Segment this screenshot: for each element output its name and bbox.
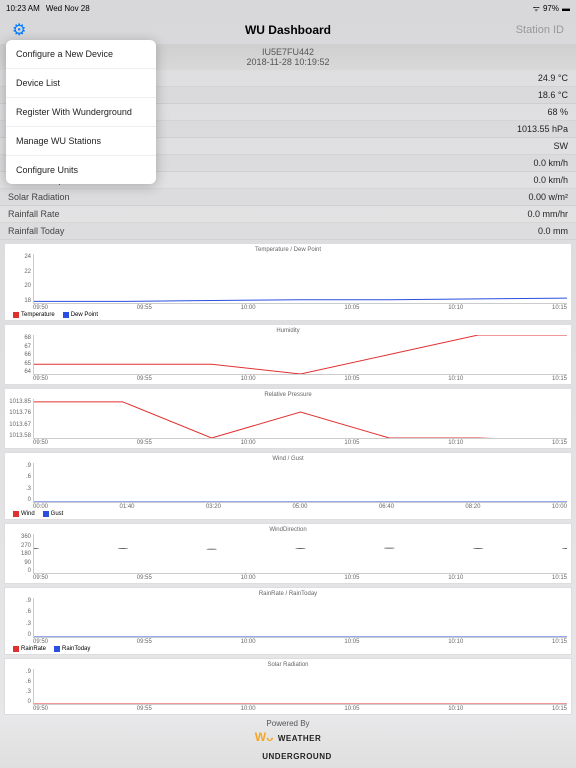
y-axis: 6867666564 [9, 335, 33, 375]
wifi-icon: ᯤ [533, 3, 540, 14]
data-label: Solar Radiation [8, 192, 70, 202]
chart-legend: RainRate RainToday [9, 645, 567, 652]
menu-item[interactable]: Device List [6, 69, 156, 98]
data-row: Rainfall Rate 0.0 mm/hr [0, 206, 576, 223]
y-axis: 360270180900 [9, 534, 33, 574]
charts: Temperature / Dew Point 24222018 09:5009… [0, 243, 576, 715]
legend-item: Dew Point [63, 312, 98, 318]
chart-title: Wind / Gust [9, 455, 567, 463]
chart-legend: Temperature Dew Point [9, 311, 567, 318]
data-value: SW [554, 141, 569, 151]
chart: Wind / Gust .9.6.30 00:0001:4003:2005:00… [4, 452, 572, 520]
chart-legend: Wind Gust [9, 510, 567, 517]
settings-popover: Configure a New DeviceDevice ListRegiste… [6, 40, 156, 184]
data-value: 0.0 mm [538, 226, 568, 236]
y-axis: .9.6.30 [9, 598, 33, 638]
chart: Relative Pressure 1013.851013.761013.671… [4, 388, 572, 449]
x-axis: 00:0001:4003:2005:0006:4008:2010:00 [9, 503, 567, 510]
data-value: 0.0 km/h [533, 158, 568, 168]
plot-area [33, 598, 567, 638]
status-date: Wed Nov 28 [46, 4, 90, 13]
plot-area [33, 254, 567, 304]
y-axis: 24222018 [9, 254, 33, 304]
y-axis: .9.6.30 [9, 669, 33, 705]
legend-item: Temperature [13, 312, 55, 318]
menu-item[interactable]: Configure Units [6, 156, 156, 184]
plot-area [33, 463, 567, 503]
x-axis: 09:5009:5510:0010:0510:1010:15 [9, 304, 567, 311]
plot-area [33, 335, 567, 375]
chart-title: Temperature / Dew Point [9, 246, 567, 254]
chart: WindDirection 360270180900 09:5009:5510:… [4, 523, 572, 584]
data-value: 0.0 mm/hr [527, 209, 568, 219]
x-axis: 09:5009:5510:0010:0510:1010:15 [9, 375, 567, 382]
legend-item: Wind [13, 511, 35, 517]
plot-area [33, 669, 567, 705]
data-value: 18.6 °C [538, 90, 568, 100]
data-value: 68 % [547, 107, 568, 117]
status-bar: 10:23 AM Wed Nov 28 ᯤ 97% ▬ [0, 0, 576, 16]
legend-item: RainRate [13, 646, 46, 652]
page-title: WU Dashboard [245, 23, 331, 37]
wu-mark-icon: Wᴗ [255, 730, 274, 744]
footer: Powered By Wᴗ WEATHER UNDERGROUND [0, 715, 576, 768]
x-axis: 09:5009:5510:0010:0510:1010:15 [9, 705, 567, 712]
y-axis: .9.6.30 [9, 463, 33, 503]
chart-title: WindDirection [9, 526, 567, 534]
data-value: 0.0 km/h [533, 175, 568, 185]
chart: RainRate / RainToday .9.6.30 09:5009:551… [4, 587, 572, 655]
data-row: Solar Radiation 0.00 w/m² [0, 189, 576, 206]
plot-area [33, 399, 567, 439]
chart-title: RainRate / RainToday [9, 590, 567, 598]
powered-by: Powered By [0, 719, 576, 728]
legend-item: RainToday [54, 646, 90, 652]
chart-title: Relative Pressure [9, 391, 567, 399]
x-axis: 09:5009:5510:0010:0510:1010:15 [9, 574, 567, 581]
chart-title: Solar Radiation [9, 661, 567, 669]
chart: Humidity 6867666564 09:5009:5510:0010:05… [4, 324, 572, 385]
status-time: 10:23 AM [6, 4, 40, 13]
wu-logo: Wᴗ WEATHER UNDERGROUND [0, 728, 576, 764]
data-value: 24.9 °C [538, 73, 568, 83]
station-id-button[interactable]: Station ID [516, 24, 564, 36]
y-axis: 1013.851013.761013.671013.58 [9, 399, 33, 439]
x-axis: 09:5009:5510:0010:0510:1010:15 [9, 439, 567, 446]
data-value: 0.00 w/m² [528, 192, 568, 202]
menu-item[interactable]: Manage WU Stations [6, 127, 156, 156]
data-label: Rainfall Today [8, 226, 64, 236]
chart: Temperature / Dew Point 24222018 09:5009… [4, 243, 572, 321]
battery-icon: ▬ [562, 4, 570, 13]
chart-title: Humidity [9, 327, 567, 335]
chart: Solar Radiation .9.6.30 09:5009:5510:001… [4, 658, 572, 715]
data-row: Rainfall Today 0.0 mm [0, 223, 576, 240]
data-label: Rainfall Rate [8, 209, 60, 219]
plot-area [33, 534, 567, 574]
menu-item[interactable]: Configure a New Device [6, 40, 156, 69]
battery-pct: 97% [543, 4, 559, 13]
data-value: 1013.55 hPa [517, 124, 568, 134]
legend-item: Gust [43, 511, 64, 517]
menu-item[interactable]: Register With Wunderground [6, 98, 156, 127]
x-axis: 09:5009:5510:0010:0510:1010:15 [9, 638, 567, 645]
